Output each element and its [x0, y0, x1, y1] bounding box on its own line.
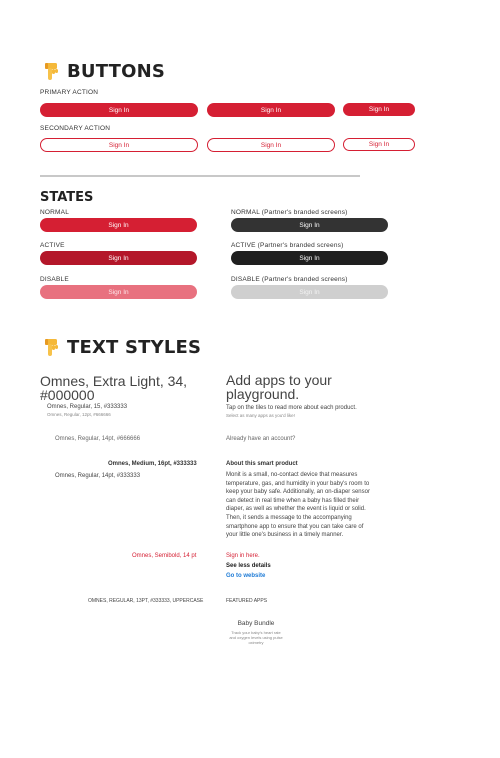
text-styles-title: TEXT STYLES	[67, 337, 202, 358]
normal-label: NORMAL	[40, 209, 70, 216]
spec-medium-16: Omnes, Medium, 16pt, #333333	[108, 461, 197, 467]
paragraph-line: can detect in real time when a baby has …	[226, 497, 360, 504]
spec-semibold-14: Omnes, Semibold, 14 pt	[132, 553, 197, 559]
states-title: STATES	[40, 190, 94, 205]
paragraph-line: Then, it sends a message to the accompan…	[226, 514, 352, 521]
sample-heading-line2: playground.	[226, 386, 300, 402]
paragraph-line: diaper, as well as whether the event is …	[226, 506, 366, 513]
secondary-sign-in-button-small[interactable]: Sign In	[343, 138, 415, 151]
text-styles-heading: TEXT STYLES	[43, 337, 201, 358]
buttons-heading: BUTTONS	[43, 61, 165, 82]
spec-regular-12: Omnes, Regular, 12pt, #666666	[47, 412, 111, 417]
spec-regular-14-333: Omnes, Regular, 14pt, #333333	[55, 473, 141, 479]
secondary-action-label: SECONDARY ACTION	[40, 125, 111, 132]
normal-partner-label: NORMAL (Partner's branded screens)	[231, 209, 348, 216]
featured-apps-heading: FEATURED APPS	[226, 598, 268, 604]
sample-description-paragraph: Monit is a small, no-contact device that…	[226, 471, 396, 540]
baby-bundle-description: Track your baby's heart rate and oxygen …	[226, 630, 286, 645]
paragraph-line: keep your baby safe. Additionally, an on…	[226, 489, 370, 496]
active-sign-in-button[interactable]: Sign In	[40, 251, 197, 265]
normal-sign-in-button[interactable]: Sign In	[40, 218, 197, 232]
secondary-sign-in-button-medium[interactable]: Sign In	[207, 138, 335, 152]
disabled-sign-in-button: Sign In	[40, 285, 197, 299]
primary-sign-in-button-large[interactable]: Sign In	[40, 103, 198, 117]
pointing-down-hand-icon	[45, 62, 58, 80]
sample-tap-text: Tap on the tiles to read more about each…	[226, 405, 357, 411]
see-less-details-link[interactable]: See less details	[226, 563, 271, 569]
spec-regular-15: Omnes, Regular, 15, #333333	[47, 404, 128, 410]
section-divider	[40, 175, 360, 177]
sample-select-text: Select as many apps as you'd like!	[226, 413, 295, 418]
baby-bundle-title: Baby Bundle	[237, 620, 275, 627]
active-partner-sign-in-button[interactable]: Sign In	[231, 251, 388, 265]
paragraph-line: smartphone app to ensure that you can ta…	[226, 523, 364, 530]
active-label: ACTIVE	[40, 242, 65, 249]
secondary-sign-in-button-large[interactable]: Sign In	[40, 138, 198, 152]
primary-sign-in-button-medium[interactable]: Sign In	[207, 103, 335, 117]
primary-action-label: PRIMARY ACTION	[40, 89, 99, 96]
paragraph-line: Monit is a small, no-contact device that…	[226, 472, 358, 478]
buttons-title: BUTTONS	[67, 61, 166, 82]
sign-in-here-link[interactable]: Sign in here.	[226, 553, 260, 559]
normal-partner-sign-in-button[interactable]: Sign In	[231, 218, 388, 232]
sample-account-text: Already have an account?	[226, 436, 296, 442]
paragraph-line: temperature, gas, and humidity in your b…	[226, 480, 370, 487]
disable-partner-label: DISABLE (Partner's branded screens)	[231, 276, 348, 283]
disable-label: DISABLE	[40, 276, 69, 283]
sample-about-heading: About this smart product	[226, 461, 298, 467]
paragraph-line: your little one's business in a timely m…	[226, 532, 344, 539]
spec-regular-14-666: Omnes, Regular, 14pt, #666666	[55, 436, 141, 442]
baby-bundle-card[interactable]: Baby Bundle Track your baby's heart rate…	[226, 620, 286, 645]
active-partner-label: ACTIVE (Partner's branded screens)	[231, 242, 344, 249]
spec-extra-light-line2: #000000	[40, 387, 95, 403]
bundle-desc-line: oximetry	[248, 640, 264, 645]
go-to-website-link[interactable]: Go to website	[226, 573, 265, 579]
spec-uppercase-13: OMNES, REGULAR, 13PT, #333333, UPPERCASE	[88, 598, 204, 604]
pointing-down-hand-icon	[45, 338, 58, 356]
disabled-partner-sign-in-button: Sign In	[231, 285, 388, 299]
primary-sign-in-button-small[interactable]: Sign In	[343, 103, 415, 116]
